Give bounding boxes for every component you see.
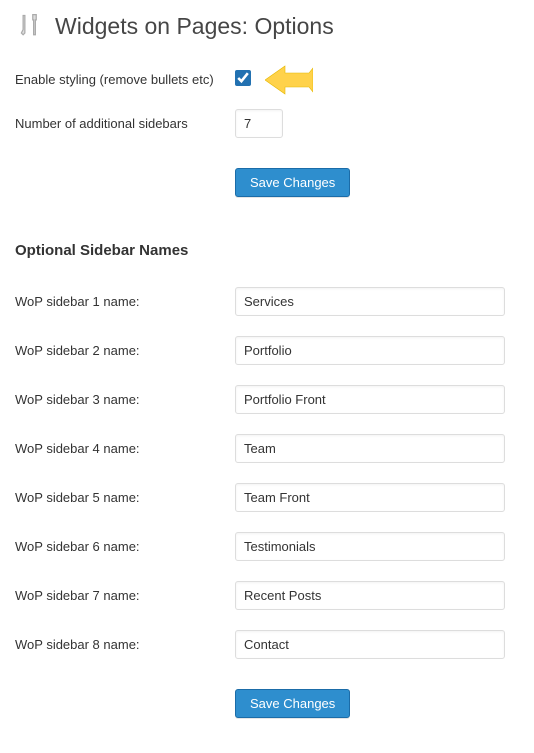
page-header: Widgets on Pages: Options [15,10,519,42]
sidebar-name-label: WoP sidebar 1 name: [15,277,235,326]
num-sidebars-input[interactable] [235,109,283,138]
section-title: Optional Sidebar Names [15,242,519,259]
sidebar-names-table: WoP sidebar 1 name:WoP sidebar 2 name:Wo… [15,277,519,669]
enable-styling-checkbox[interactable] [235,70,251,86]
sidebar-name-label: WoP sidebar 4 name: [15,424,235,473]
sidebar-name-input[interactable] [235,630,505,659]
sidebar-name-input[interactable] [235,532,505,561]
arrow-icon [265,62,313,98]
sidebar-name-input[interactable] [235,287,505,316]
sidebar-name-input[interactable] [235,336,505,365]
sidebar-name-input[interactable] [235,483,505,512]
save-button[interactable]: Save Changes [235,689,350,718]
enable-styling-label: Enable styling (remove bullets etc) [15,60,235,99]
num-sidebars-label: Number of additional sidebars [15,99,235,148]
sidebar-name-label: WoP sidebar 5 name: [15,473,235,522]
tools-icon [15,10,47,42]
sidebar-name-label: WoP sidebar 8 name: [15,620,235,669]
save-button[interactable]: Save Changes [235,168,350,197]
sidebar-name-label: WoP sidebar 6 name: [15,522,235,571]
sidebar-name-label: WoP sidebar 7 name: [15,571,235,620]
save-row-bottom: Save Changes [15,669,519,743]
options-table: Enable styling (remove bullets etc) Numb… [15,60,519,148]
sidebar-name-label: WoP sidebar 2 name: [15,326,235,375]
save-row-top: Save Changes [15,148,519,222]
sidebar-name-input[interactable] [235,385,505,414]
sidebar-name-input[interactable] [235,434,505,463]
page-title: Widgets on Pages: Options [55,13,334,40]
sidebar-name-input[interactable] [235,581,505,610]
sidebar-name-label: WoP sidebar 3 name: [15,375,235,424]
